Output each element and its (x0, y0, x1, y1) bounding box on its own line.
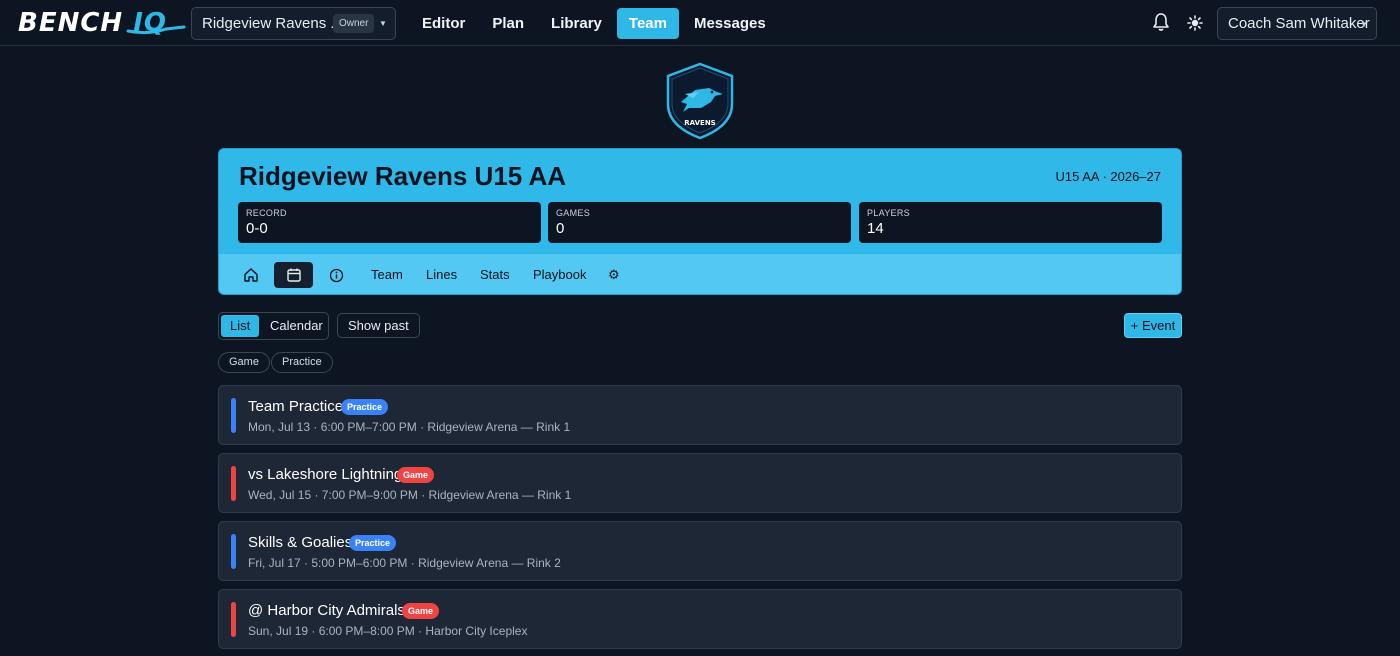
stat-label: GAMES (556, 208, 591, 218)
filter-chip-game[interactable]: Game (218, 352, 270, 373)
main-nav: Editor Plan Library Team Messages (410, 8, 781, 39)
stat-value: 0-0 (246, 220, 268, 237)
event-title: Skills & Goalies (248, 534, 353, 551)
event-details: Fri, Jul 17 · 5:00 PM–6:00 PM · Ridgevie… (248, 556, 561, 570)
chevron-down-icon: ▼ (379, 19, 387, 28)
event-type-badge: Practice (349, 535, 397, 551)
tab-team[interactable]: Team (371, 262, 403, 288)
view-list-button[interactable]: List (221, 315, 260, 337)
team-header-card: Ridgeview Ravens U15 AA U15 AA · 2026–27… (218, 148, 1182, 295)
team-subnav: Team Lines Stats Playbook ⚙ (219, 254, 1181, 294)
event-card[interactable]: Team Practice Practice Mon, Jul 13 · 6:0… (218, 385, 1182, 445)
team-season: U15 AA · 2026–27 (1055, 169, 1161, 184)
stat-record: RECORD 0-0 (238, 202, 541, 243)
user-menu[interactable]: Coach Sam Whitaker ▼ (1217, 7, 1377, 40)
chevron-down-icon: ▼ (1360, 20, 1368, 29)
team-switcher-name: Ridgeview Ravens ... (202, 15, 343, 32)
event-details: Mon, Jul 13 · 6:00 PM–7:00 PM · Ridgevie… (248, 420, 571, 434)
event-card[interactable]: Skills & Goalies Practice Fri, Jul 17 · … (218, 521, 1182, 581)
tab-stats[interactable]: Stats (480, 262, 510, 288)
event-type-bar (231, 602, 236, 637)
nav-plan[interactable]: Plan (480, 8, 536, 39)
team-title: Ridgeview Ravens U15 AA (239, 161, 567, 191)
team-crest: RAVENS (665, 62, 735, 145)
tab-lines[interactable]: Lines (426, 262, 457, 288)
info-icon[interactable] (317, 262, 356, 288)
nav-team[interactable]: Team (616, 8, 679, 39)
event-card[interactable]: vs Lakeshore Lightning Game Wed, Jul 15 … (218, 453, 1182, 513)
logo-text-bench: BENCH (18, 8, 134, 38)
event-card[interactable]: @ Harbor City Admirals Game Sun, Jul 19 … (218, 589, 1182, 649)
calendar-icon[interactable] (274, 262, 313, 288)
user-name: Coach Sam Whitaker (1228, 15, 1370, 32)
event-type-bar (231, 466, 236, 501)
show-past-button[interactable]: Show past (337, 313, 420, 338)
bench-iq-logo[interactable]: BENCH IQ (18, 8, 186, 38)
event-title: Team Practice (248, 398, 344, 415)
stat-players: PLAYERS 14 (859, 202, 1162, 243)
event-type-bar (231, 398, 236, 433)
bell-icon[interactable] (1152, 12, 1170, 37)
view-toggle: List Calendar (218, 312, 329, 340)
event-type-badge: Game (397, 467, 435, 483)
gear-icon[interactable]: ⚙ (608, 262, 620, 288)
stat-label: RECORD (246, 208, 287, 218)
event-title: @ Harbor City Admirals (248, 602, 405, 619)
add-event-button[interactable]: + Event (1124, 313, 1182, 338)
team-switcher[interactable]: Ridgeview Ravens ... Owner ▼ (191, 7, 396, 40)
tab-playbook[interactable]: Playbook (533, 262, 586, 288)
home-icon[interactable] (231, 262, 270, 288)
event-type-badge: Game (402, 603, 440, 619)
stat-games: GAMES 0 (548, 202, 851, 243)
filter-chip-practice[interactable]: Practice (271, 352, 333, 373)
nav-editor[interactable]: Editor (410, 8, 477, 39)
stat-label: PLAYERS (867, 208, 910, 218)
event-title: vs Lakeshore Lightning (248, 466, 403, 483)
nav-library[interactable]: Library (539, 8, 614, 39)
stat-value: 0 (556, 220, 565, 237)
top-bar: BENCH IQ Ridgeview Ravens ... Owner ▼ Ed… (0, 0, 1400, 46)
event-type-badge: Practice (341, 399, 389, 415)
nav-messages[interactable]: Messages (682, 8, 778, 39)
event-details: Sun, Jul 19 · 6:00 PM–8:00 PM · Harbor C… (248, 624, 528, 638)
event-details: Wed, Jul 15 · 7:00 PM–9:00 PM · Ridgevie… (248, 488, 572, 502)
crest-text: RAVENS (684, 119, 715, 127)
stat-value: 14 (867, 220, 884, 237)
role-badge: Owner (333, 14, 375, 33)
theme-toggle-sun-icon[interactable] (1187, 15, 1203, 36)
view-calendar-button[interactable]: Calendar (261, 315, 332, 337)
logo-swoosh-icon (126, 25, 186, 35)
event-type-bar (231, 534, 236, 569)
